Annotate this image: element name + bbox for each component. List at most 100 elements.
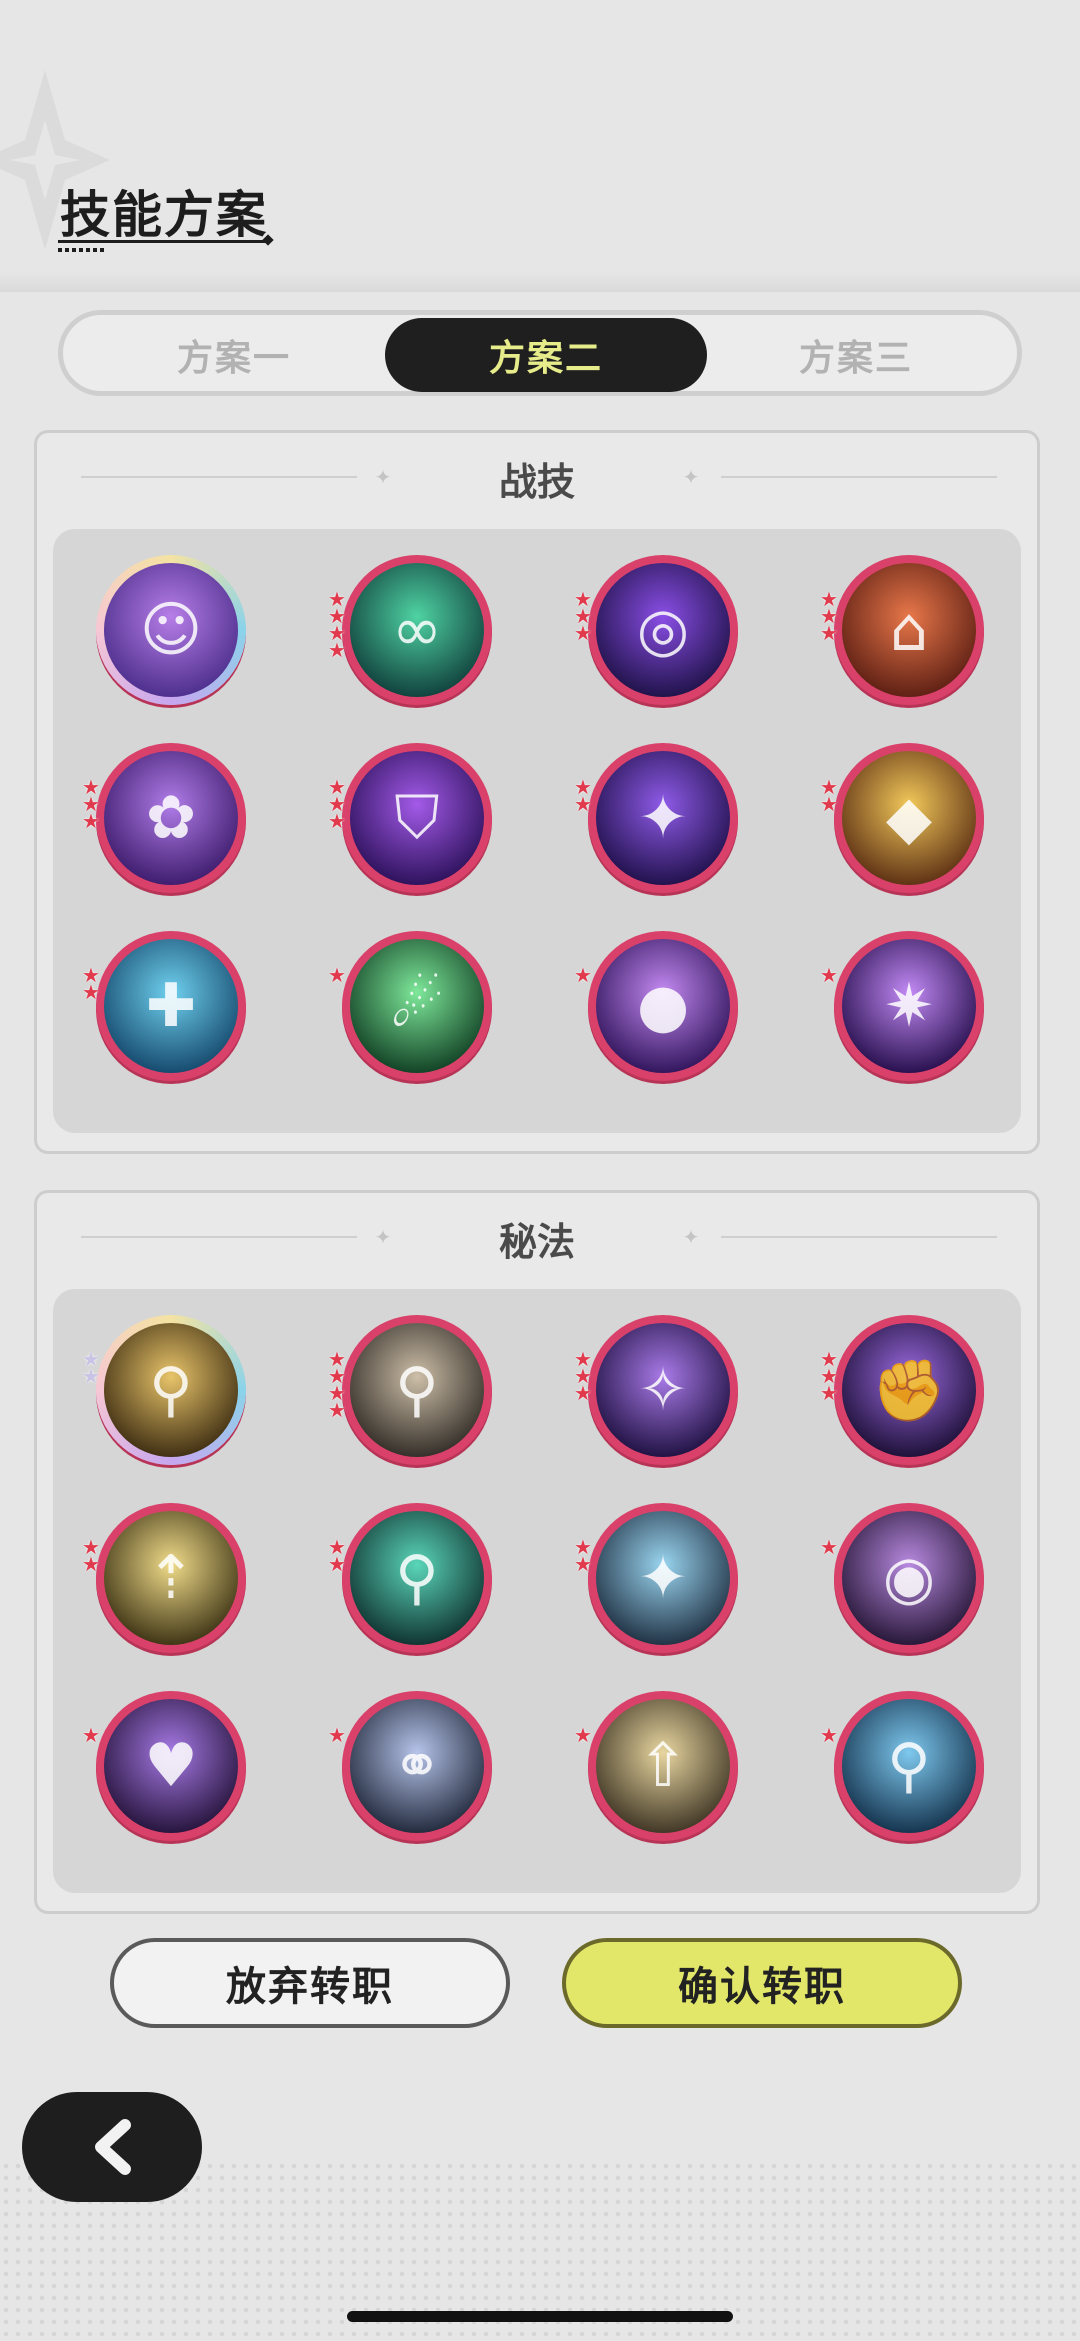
star-icon: ★ <box>820 963 838 987</box>
light-burst-icon: ⇡ <box>145 1543 197 1613</box>
abandon-job-change-button[interactable]: 放弃转职 <box>110 1938 510 2028</box>
arcane-skill-slot[interactable]: ⇡ ★ ★ <box>82 1503 246 1653</box>
combat-skill-slot[interactable]: ✷ ★ <box>820 931 984 1081</box>
skill-art: ◉ <box>842 1511 976 1645</box>
arcane-skill-slot[interactable]: ✦ ★ ★ <box>574 1503 738 1653</box>
crystal-burst-icon: ✷ <box>883 971 935 1041</box>
flower-spiral-icon: ✿ <box>145 783 197 853</box>
combat-skill-slot[interactable]: ● ★ <box>574 931 738 1081</box>
star-icon: ★ <box>82 1723 100 1747</box>
combat-skill-slot[interactable]: ∞ ★ ★ ★ ★ <box>328 555 492 705</box>
skill-art: ⇧ <box>596 1699 730 1833</box>
star-icon: ★ <box>82 809 100 833</box>
star-rank: ★ ★ <box>82 1537 104 1574</box>
star-rank: ★ ★ <box>82 965 104 1004</box>
arcane-skills-panel: ✦ 秘法 ✦ ⚲ ★ ★ ⚲ ★ ★ ★ ★ ✧ ★ ★ ★ ✊ ★ ★ ★ ⇡ ★ ★ ⚲ ★ ★ ✦ ★ ★ ◉ ★ ♥ ★ ⚭ ★ ⇧ ★… <box>34 1190 1040 1914</box>
purple-orb-icon: ● <box>636 971 690 1041</box>
star-icon: ★ <box>820 621 838 645</box>
skill-art: ⚲ <box>104 1323 238 1457</box>
four-point-star-icon: ✦ <box>637 783 689 853</box>
combat-skill-slot[interactable]: ⛉ ★ ★ ★ <box>328 743 492 893</box>
skill-art: ⇡ <box>104 1511 238 1645</box>
star-rank: ★ ★ <box>574 777 596 816</box>
skill-art: ◎ <box>596 563 730 697</box>
tab-plan-3[interactable]: 方案三 <box>695 318 1017 392</box>
combat-section-title: 战技 <box>498 459 575 504</box>
star-icon: ★ <box>820 792 838 816</box>
title-underline <box>58 240 268 243</box>
tab-plan-2[interactable]: 方案二 <box>385 318 707 392</box>
stone-golem-icon: ◆ <box>885 783 933 853</box>
arcane-skill-slot[interactable]: ⚲ ★ ★ ★ ★ <box>328 1315 492 1465</box>
masked-figure-icon: ☺ <box>139 595 203 665</box>
combat-skill-slot[interactable]: ✦ ★ ★ <box>574 743 738 893</box>
arcane-skill-slot[interactable]: ⇧ ★ <box>574 1691 738 1841</box>
arcane-skill-slot[interactable]: ✊ ★ ★ ★ <box>820 1315 984 1465</box>
skill-art: ⚲ <box>350 1323 484 1457</box>
water-vortex-figure-icon: ⚲ <box>887 1731 931 1801</box>
skill-art: ✦ <box>596 1511 730 1645</box>
star-icon: ★ <box>328 809 346 833</box>
star-rank: ★ ★ ★ <box>574 1349 596 1403</box>
skill-art: ♥ <box>104 1699 238 1833</box>
skill-art: ◆ <box>842 751 976 885</box>
flexing-figure-icon: ⚲ <box>395 1355 439 1425</box>
arcane-skill-slot[interactable]: ⚭ ★ <box>328 1691 492 1841</box>
combat-skill-slot[interactable]: ✿ ★ ★ ★ <box>82 743 246 893</box>
arrow-up-figure-icon: ⇧ <box>637 1731 689 1801</box>
house-totem-icon: ⌂ <box>889 595 929 665</box>
combat-skill-slot[interactable]: ⌂ ★ ★ ★ <box>820 555 984 705</box>
star-icon: ★ <box>574 792 592 816</box>
heart-figure-icon: ♥ <box>144 1731 198 1801</box>
arcane-skill-slot[interactable]: ⚲ ★ ★ <box>82 1315 246 1465</box>
praying-figure-icon: ⚲ <box>149 1355 193 1425</box>
star-rank: ★ <box>328 1723 350 1747</box>
confirm-job-change-button[interactable]: 确认转职 <box>562 1938 962 2028</box>
star-rank: ★ <box>574 1725 596 1745</box>
skill-art: ✿ <box>104 751 238 885</box>
heal-figure-icon: ⚲ <box>395 1543 439 1613</box>
arcane-skill-slot[interactable]: ◉ ★ <box>820 1503 984 1653</box>
star-rank: ★ ★ <box>328 1537 350 1574</box>
arcane-skill-slot[interactable]: ⚲ ★ <box>820 1691 984 1841</box>
skill-art: ⚭ <box>350 1699 484 1833</box>
arcane-skill-slot[interactable]: ✧ ★ ★ ★ <box>574 1315 738 1465</box>
star-icon: ★ <box>328 963 346 987</box>
combat-skill-slot[interactable]: ◆ ★ ★ <box>820 743 984 893</box>
star-icon: ★ <box>328 1398 346 1422</box>
skill-art: ● <box>596 939 730 1073</box>
combat-skill-slot[interactable]: ✚ ★ ★ <box>82 931 246 1081</box>
skill-art: ✦ <box>596 751 730 885</box>
header-divider <box>0 272 1080 292</box>
skill-art: ✷ <box>842 939 976 1073</box>
star-rank: ★ <box>574 965 596 985</box>
star-icon: ★ <box>820 1723 838 1747</box>
star-icon: ★ <box>574 1552 592 1576</box>
skill-art: ⚲ <box>350 1511 484 1645</box>
page-title: 技能方案 <box>60 186 268 244</box>
star-rank: ★ ★ ★ <box>574 589 596 645</box>
star-rank: ★ ★ ★ <box>82 777 104 833</box>
star-icon: ★ <box>574 621 592 645</box>
combat-skill-slot[interactable]: ◎ ★ ★ ★ <box>574 555 738 705</box>
star-icon: ★ <box>82 980 100 1004</box>
skill-art: ✧ <box>596 1323 730 1457</box>
combat-skill-slot[interactable]: ☄ ★ <box>328 931 492 1081</box>
tab-plan-1[interactable]: 方案一 <box>73 318 395 392</box>
skill-art: ∞ <box>350 563 484 697</box>
eye-figure-icon: ◉ <box>882 1543 936 1613</box>
plan-tabs: 方案一 方案二 方案三 <box>58 310 1022 396</box>
muscle-arm-icon: ✊ <box>871 1355 947 1426</box>
star-icon: ★ <box>820 1381 838 1405</box>
cactus-crystal-icon: ✚ <box>145 971 197 1041</box>
star-rank: ★ <box>820 963 842 987</box>
back-button[interactable] <box>22 2092 202 2202</box>
arcane-skill-slot[interactable]: ♥ ★ <box>82 1691 246 1841</box>
arcane-skill-slot[interactable]: ⚲ ★ ★ <box>328 1503 492 1653</box>
combat-skill-slot[interactable]: ☺ <box>96 555 246 705</box>
star-icon: ★ <box>328 1723 346 1747</box>
divider-line <box>721 1236 997 1238</box>
glowing-orb-icon: ✧ <box>637 1355 689 1425</box>
skill-art: ✊ <box>842 1323 976 1457</box>
star-rank: ★ ★ <box>574 1537 596 1576</box>
